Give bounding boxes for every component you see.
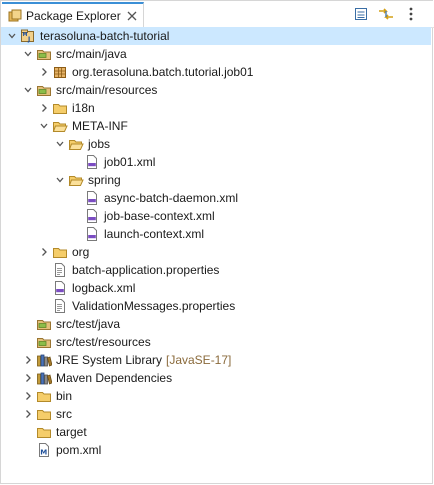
tree-item[interactable]: ValidationMessages.properties [1, 297, 431, 315]
tree-item-label: spring [88, 173, 121, 187]
pom-file-icon: M [36, 442, 52, 458]
tree-item[interactable]: org [1, 243, 431, 261]
view-title: Package Explorer [26, 8, 121, 23]
tree-item[interactable]: async-batch-daemon.xml [1, 189, 431, 207]
collapse-all-icon[interactable] [350, 5, 372, 23]
folder-open-icon [68, 172, 84, 188]
tree-item-label: src/test/java [56, 317, 121, 331]
tree-item-label: src/main/java [56, 47, 127, 61]
tree-item[interactable]: JRE System Library [JavaSE-17] [1, 351, 431, 369]
tree-item[interactable]: target [1, 423, 431, 441]
folder-icon [52, 100, 68, 116]
tree-item-label: job01.xml [104, 155, 156, 169]
tree-item[interactable]: jobs [1, 135, 431, 153]
folder-icon [36, 388, 52, 404]
tree-item[interactable]: src/main/java [1, 45, 431, 63]
tree-item-label: ValidationMessages.properties [72, 299, 236, 313]
tree-item-label: launch-context.xml [104, 227, 205, 241]
folder-icon [36, 424, 52, 440]
folder-open-icon [52, 118, 68, 134]
tree-item-label: Maven Dependencies [56, 371, 173, 385]
tree-item[interactable]: src/main/resources [1, 81, 431, 99]
maven-project-icon: MJ [20, 28, 36, 44]
tree-item-decoration: [JavaSE-17] [166, 353, 232, 367]
tree-item[interactable]: job-base-context.xml [1, 207, 431, 225]
chevron-right-icon[interactable] [23, 409, 33, 419]
chevron-right-icon[interactable] [23, 373, 33, 383]
chevron-right-icon[interactable] [39, 67, 49, 77]
source-folder-icon [36, 334, 52, 350]
tree-item-label: terasoluna-batch-tutorial [40, 29, 170, 43]
package-icon [52, 64, 68, 80]
tree-item-label: org [72, 245, 90, 259]
tab-package-explorer[interactable]: Package Explorer [2, 2, 144, 27]
chevron-down-icon[interactable] [7, 31, 17, 41]
tree-item-label: async-batch-daemon.xml [104, 191, 239, 205]
tree-item[interactable]: M Jterasoluna-batch-tutorial [1, 27, 431, 45]
tree-item-label: logback.xml [72, 281, 136, 295]
xml-file-icon [84, 190, 100, 206]
tree-item[interactable]: batch-application.properties [1, 261, 431, 279]
chevron-down-icon[interactable] [23, 49, 33, 59]
chevron-right-icon[interactable] [39, 103, 49, 113]
tree-item-label: target [56, 425, 87, 439]
xml-file-icon [52, 280, 68, 296]
library-icon [36, 370, 52, 386]
tree-item[interactable]: spring [1, 171, 431, 189]
source-folder-icon [36, 316, 52, 332]
tree-item-label: META-INF [72, 119, 128, 133]
view-tab-bar: Package Explorer [1, 1, 434, 28]
tree-item-label: JRE System Library [56, 353, 163, 367]
tree-item-label: src/test/resources [56, 335, 151, 349]
view-toolbar [347, 5, 422, 23]
xml-file-icon [84, 154, 100, 170]
tree-item[interactable]: src/test/java [1, 315, 431, 333]
tree-item[interactable]: launch-context.xml [1, 225, 431, 243]
package-explorer-icon [8, 9, 22, 23]
folder-icon [52, 244, 68, 260]
tree-item[interactable]: src [1, 405, 431, 423]
tree-item-label: bin [56, 389, 73, 403]
tree-item[interactable]: logback.xml [1, 279, 431, 297]
tree-item-label: pom.xml [56, 443, 102, 457]
svg-text:M: M [40, 449, 47, 457]
tree-item[interactable]: org.terasoluna.batch.tutorial.job01 [1, 63, 431, 81]
library-icon [36, 352, 52, 368]
tree-item-label: jobs [88, 137, 111, 151]
tree-item-label: job-base-context.xml [104, 209, 215, 223]
tree-item[interactable]: META-INF [1, 117, 431, 135]
close-icon[interactable] [127, 11, 137, 21]
tree-item[interactable]: Mpom.xml [1, 441, 431, 459]
chevron-right-icon[interactable] [23, 391, 33, 401]
tree-item[interactable]: job01.xml [1, 153, 431, 171]
chevron-right-icon[interactable] [39, 247, 49, 257]
xml-file-icon [84, 226, 100, 242]
svg-text:J: J [27, 36, 30, 43]
chevron-down-icon[interactable] [55, 175, 65, 185]
folder-open-icon [68, 136, 84, 152]
chevron-right-icon[interactable] [23, 355, 33, 365]
tree-item[interactable]: Maven Dependencies [1, 369, 431, 387]
package-explorer-view: Package Explorer M J terasoluna-batch-tu… [0, 0, 434, 484]
tree-item-label: src [56, 407, 72, 421]
tree-item[interactable]: bin [1, 387, 431, 405]
folder-icon [36, 406, 52, 422]
tree-item-label: org.terasoluna.batch.tutorial.job01 [72, 65, 254, 79]
chevron-down-icon[interactable] [23, 85, 33, 95]
svg-text:M: M [23, 32, 28, 38]
tree-item[interactable]: i18n [1, 99, 431, 117]
source-folder-icon [36, 46, 52, 62]
chevron-down-icon[interactable] [39, 121, 49, 131]
tree-item-label: src/main/resources [56, 83, 158, 97]
properties-file-icon [52, 262, 68, 278]
link-with-editor-icon[interactable] [375, 5, 397, 23]
view-menu-icon[interactable] [400, 5, 422, 23]
tree-item-label: i18n [72, 101, 95, 115]
tree-item[interactable]: src/test/resources [1, 333, 431, 351]
xml-file-icon [84, 208, 100, 224]
source-folder-icon [36, 82, 52, 98]
tree-item-label: batch-application.properties [72, 263, 220, 277]
properties-file-icon [52, 298, 68, 314]
chevron-down-icon[interactable] [55, 139, 65, 149]
